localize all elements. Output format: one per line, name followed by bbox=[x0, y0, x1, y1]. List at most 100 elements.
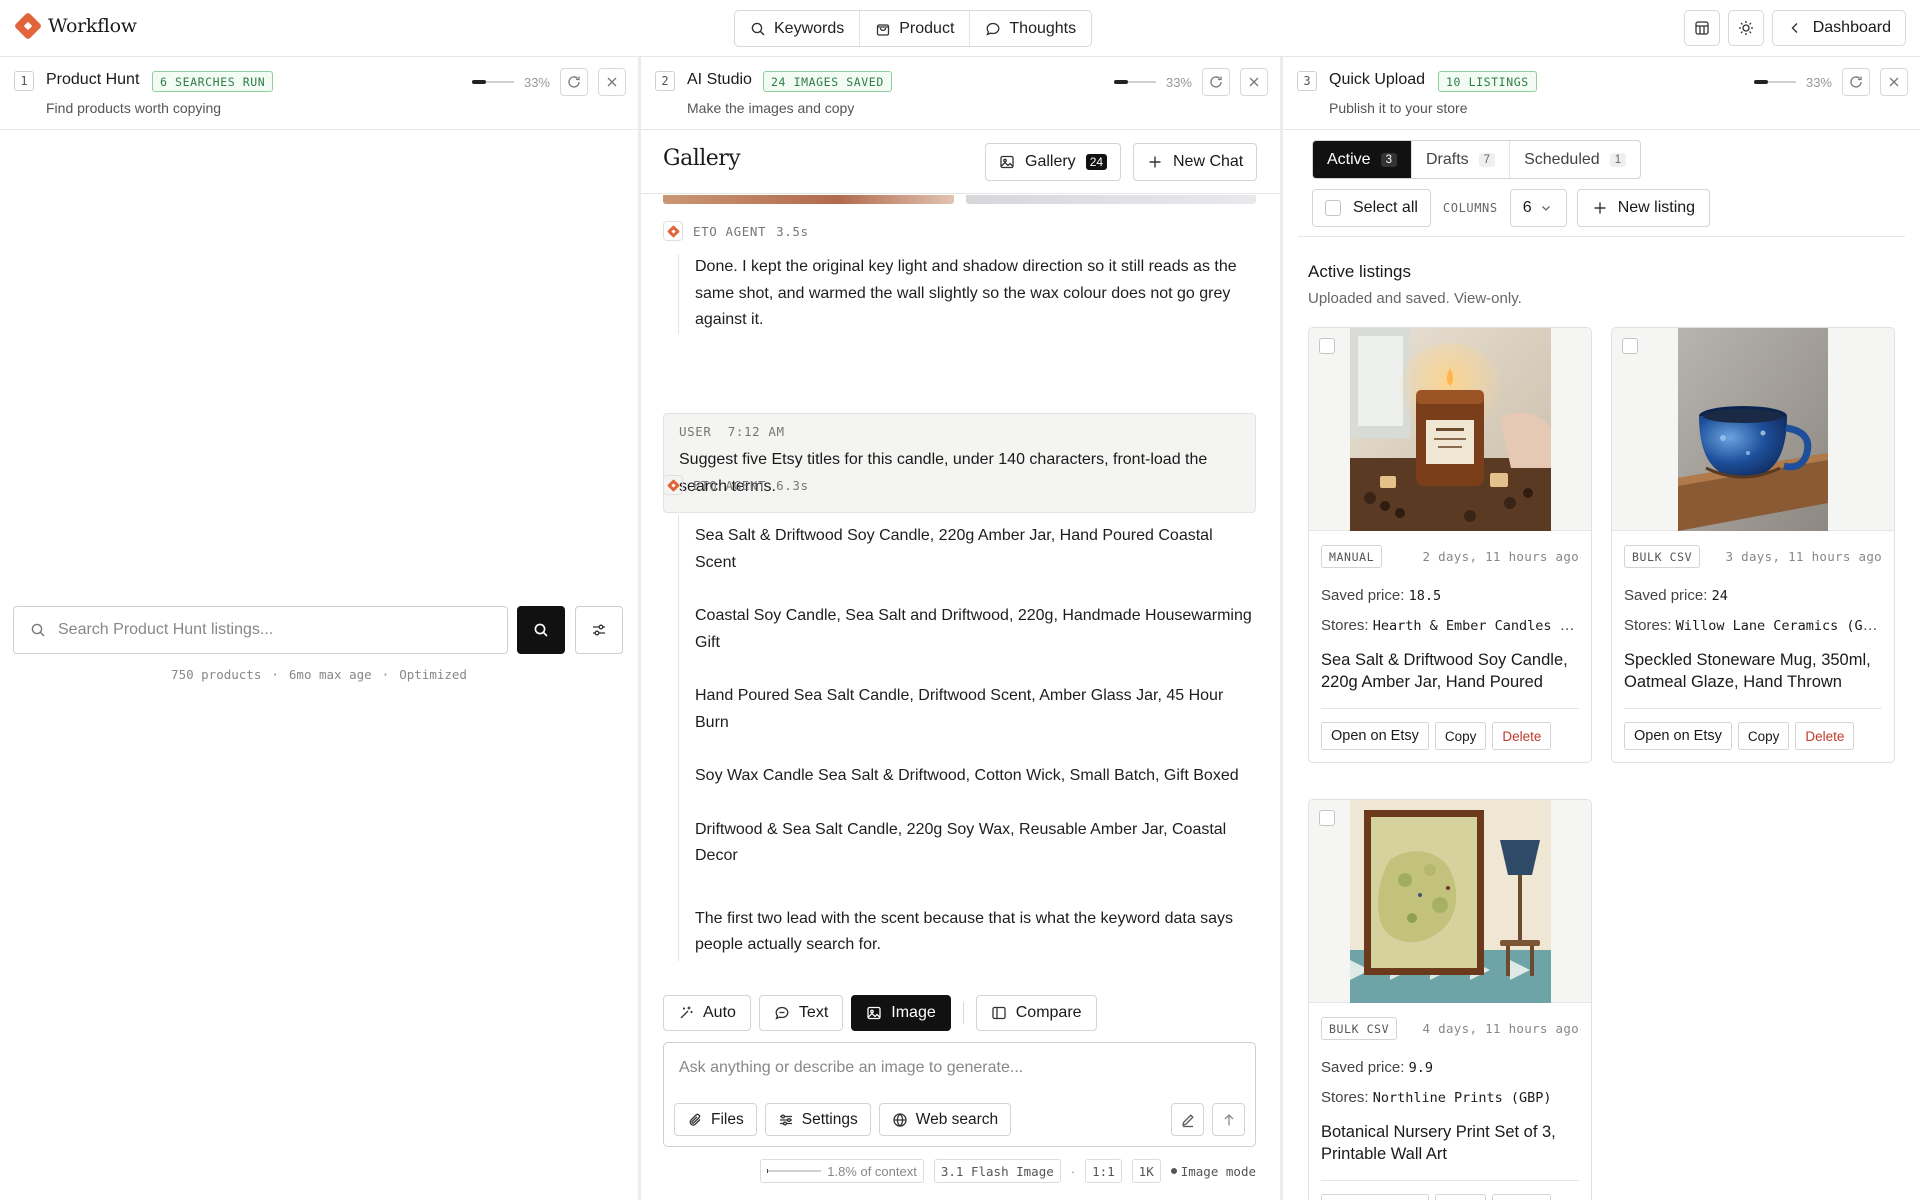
nav-keywords-label: Keywords bbox=[774, 19, 845, 37]
tab-drafts[interactable]: Drafts 7 bbox=[1412, 141, 1511, 178]
panel-width-slider[interactable] bbox=[471, 80, 514, 84]
dashboard-button[interactable]: Dashboard bbox=[1771, 10, 1906, 46]
gallery-thumbnail[interactable] bbox=[663, 195, 954, 204]
app-logo[interactable]: Workflow bbox=[13, 11, 137, 41]
tab-active[interactable]: Active 3 bbox=[1313, 141, 1412, 178]
columns-select[interactable]: 6 bbox=[1509, 189, 1567, 227]
grid-icon bbox=[1694, 20, 1710, 36]
listing-card[interactable]: MANUAL 2 days, 11 hours ago Saved price:… bbox=[1308, 327, 1592, 763]
aspect-ratio-selector[interactable]: 1:1 bbox=[1085, 1159, 1122, 1183]
listing-actions: Open on Etsy Copy Delete bbox=[1321, 1180, 1579, 1200]
listing-title: Sea Salt & Driftwood Soy Candle, 220g Am… bbox=[1321, 651, 1568, 691]
dashboard-label: Dashboard bbox=[1812, 19, 1891, 36]
delete-button[interactable]: Delete bbox=[1492, 1194, 1552, 1200]
listing-checkbox[interactable] bbox=[1319, 810, 1335, 826]
settings-button[interactable]: Settings bbox=[764, 1103, 871, 1136]
listing-tabs: Active 3 Drafts 7 Scheduled 1 bbox=[1312, 140, 1642, 179]
panel-title: AI Studio bbox=[687, 71, 752, 88]
open-on-etsy-button[interactable]: Open on Etsy bbox=[1321, 722, 1429, 750]
search-icon bbox=[533, 622, 549, 638]
nav-keywords[interactable]: Keywords bbox=[735, 11, 861, 46]
listing-title: Botanical Nursery Print Set of 3, Printa… bbox=[1321, 1123, 1556, 1163]
attach-files-button[interactable]: Files bbox=[674, 1103, 757, 1136]
listing-time: 3 days, 11 hours ago bbox=[1725, 549, 1882, 564]
tab-scheduled[interactable]: Scheduled 1 bbox=[1510, 141, 1640, 178]
copy-button[interactable]: Copy bbox=[1737, 722, 1790, 750]
logo-icon bbox=[13, 11, 43, 41]
source-badge: BULK CSV bbox=[1321, 1017, 1398, 1040]
close-icon bbox=[1886, 74, 1902, 90]
open-on-etsy-button[interactable]: Open on Etsy bbox=[1321, 1194, 1429, 1200]
panel-controls: 33% bbox=[1753, 68, 1908, 96]
send-button[interactable] bbox=[1212, 1103, 1245, 1136]
sliders-icon bbox=[591, 622, 607, 638]
product-search-input[interactable] bbox=[58, 621, 478, 639]
panel-width-slider[interactable] bbox=[1113, 80, 1156, 84]
model-selector[interactable]: 3.1 Flash Image bbox=[933, 1159, 1061, 1183]
delete-button[interactable]: Delete bbox=[1492, 722, 1552, 750]
listing-checkbox[interactable] bbox=[1622, 338, 1638, 354]
nav-product-label: Product bbox=[899, 19, 955, 37]
chat-bubble-icon bbox=[985, 21, 1001, 37]
mode-text-button[interactable]: Text bbox=[758, 995, 844, 1031]
refresh-button[interactable] bbox=[560, 68, 588, 96]
listing-actions: Open on Etsy Copy Delete bbox=[1321, 708, 1579, 750]
listing-card[interactable]: BULK CSV 4 days, 11 hours ago Saved pric… bbox=[1308, 799, 1592, 1200]
mode-image-button[interactable]: Image bbox=[851, 995, 951, 1031]
ai-studio-panel: 2 AI Studio 24 IMAGES SAVED Make the ima… bbox=[641, 57, 1280, 1200]
globe-icon bbox=[892, 1112, 908, 1128]
gallery-button[interactable]: Gallery 24 bbox=[985, 143, 1122, 181]
panel-header: 3 Quick Upload 10 LISTINGS Publish it to… bbox=[1283, 57, 1920, 130]
panel-width-value: 33% bbox=[1165, 74, 1192, 90]
new-listing-button[interactable]: New listing bbox=[1576, 189, 1711, 227]
context-usage: 1.8% of context bbox=[760, 1159, 924, 1183]
search-meta: 750 products · 6mo max age · Optimized bbox=[171, 667, 467, 682]
search-filters-button[interactable] bbox=[575, 606, 623, 654]
panel-subtitle: Find products worth copying bbox=[46, 100, 222, 116]
open-on-etsy-button[interactable]: Open on Etsy bbox=[1624, 722, 1732, 750]
web-search-button[interactable]: Web search bbox=[878, 1103, 1012, 1136]
tab-count: 1 bbox=[1609, 152, 1627, 167]
copy-button[interactable]: Copy bbox=[1434, 1194, 1487, 1200]
stores: Stores: Willow Lane Ceramics (GBP) bbox=[1624, 617, 1882, 634]
nav-thoughts[interactable]: Thoughts bbox=[970, 11, 1091, 46]
tab-label: Scheduled bbox=[1524, 150, 1600, 168]
chat-thread[interactable]: ETO AGENT 3.5s Done. I kept the original… bbox=[641, 195, 1280, 980]
composer-actions bbox=[1171, 1103, 1245, 1136]
print-photo bbox=[1350, 800, 1551, 1003]
close-panel-button[interactable] bbox=[1880, 68, 1908, 96]
stores-value: Willow Lane Ceramics (GBP) bbox=[1675, 618, 1882, 634]
select-all-checkbox[interactable]: Select all bbox=[1312, 189, 1431, 227]
divider bbox=[1298, 236, 1905, 237]
message-author: ETO AGENT bbox=[693, 477, 767, 493]
listing-details: MANUAL 2 days, 11 hours ago Saved price:… bbox=[1309, 531, 1591, 762]
refresh-button[interactable] bbox=[1202, 68, 1230, 96]
mode-divider bbox=[962, 1002, 964, 1024]
panel-width-slider[interactable] bbox=[1753, 80, 1796, 84]
close-panel-button[interactable] bbox=[598, 68, 626, 96]
resolution-selector[interactable]: 1K bbox=[1131, 1159, 1161, 1183]
refresh-button[interactable] bbox=[1842, 68, 1870, 96]
listing-checkbox[interactable] bbox=[1319, 338, 1335, 354]
new-chat-button[interactable]: New Chat bbox=[1133, 143, 1258, 181]
panel-subtitle: Make the images and copy bbox=[687, 100, 855, 116]
candle-photo bbox=[1350, 328, 1551, 531]
edit-button[interactable] bbox=[1171, 1103, 1204, 1136]
close-panel-button[interactable] bbox=[1240, 68, 1268, 96]
prompt-input[interactable] bbox=[679, 1059, 1239, 1089]
copy-button[interactable]: Copy bbox=[1434, 722, 1487, 750]
gallery-thumbnail[interactable] bbox=[965, 195, 1256, 204]
nav-thoughts-label: Thoughts bbox=[1009, 19, 1077, 37]
compare-label: Compare bbox=[1015, 1004, 1082, 1021]
price-label: Saved price: bbox=[1624, 587, 1708, 604]
mode-auto-button[interactable]: Auto bbox=[663, 995, 751, 1031]
layout-toggle-button[interactable] bbox=[1683, 10, 1720, 46]
listing-card[interactable]: BULK CSV 3 days, 11 hours ago Saved pric… bbox=[1611, 327, 1895, 763]
theme-toggle-button[interactable] bbox=[1727, 10, 1764, 46]
panel-title: Product Hunt bbox=[46, 71, 140, 88]
nav-product[interactable]: Product bbox=[860, 11, 971, 46]
search-submit-button[interactable] bbox=[517, 606, 565, 654]
delete-button[interactable]: Delete bbox=[1795, 722, 1855, 750]
compare-button[interactable]: Compare bbox=[975, 995, 1097, 1031]
stores-label: Stores: bbox=[1321, 1089, 1369, 1106]
